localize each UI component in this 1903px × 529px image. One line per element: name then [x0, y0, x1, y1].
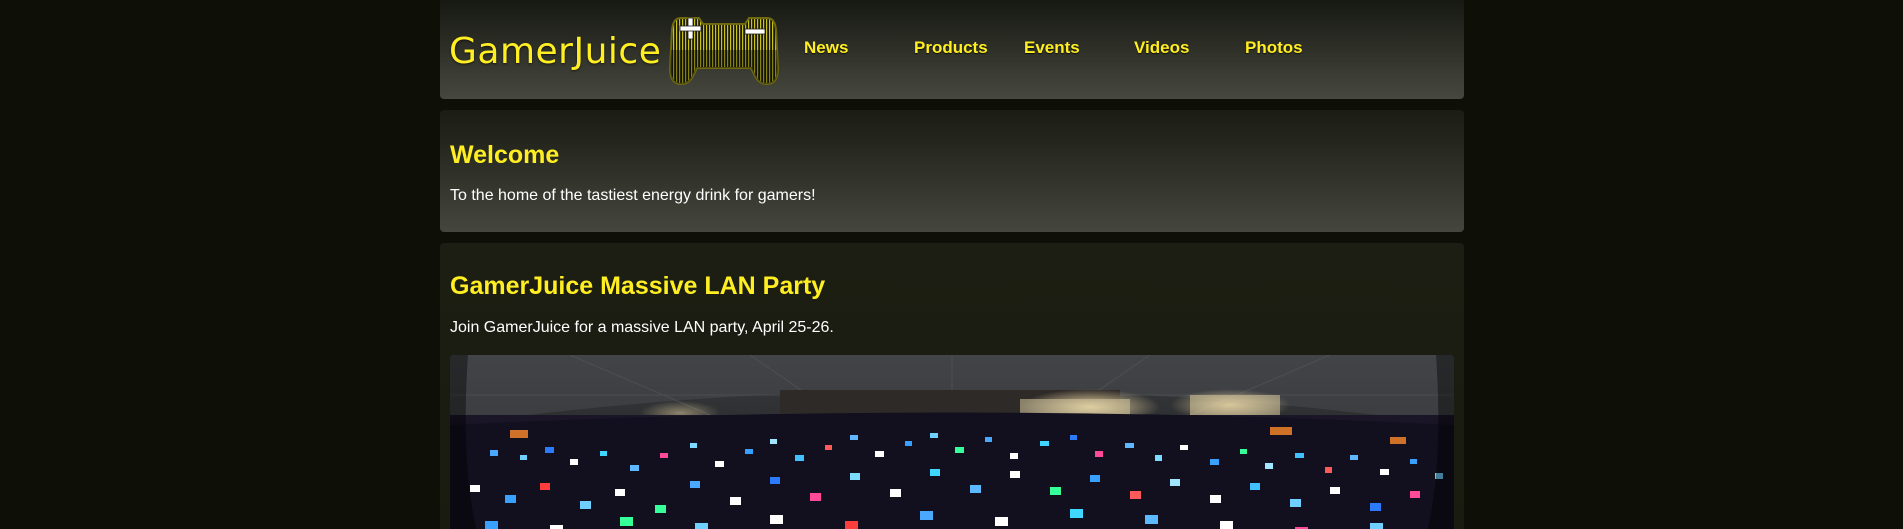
event-panel: GamerJuice Massive LAN Party Join GamerJ… — [440, 243, 1464, 529]
lan-party-photo-art — [450, 355, 1454, 529]
nav-photos-link[interactable]: Photos — [1245, 38, 1303, 58]
nav-news-link[interactable]: News — [804, 38, 848, 58]
main-nav: News Products Events Videos Photos — [440, 0, 1464, 99]
event-text: Join GamerJuice for a massive LAN party,… — [450, 319, 834, 336]
nav-products-link[interactable]: Products — [914, 38, 988, 58]
site-header: GamerJuice News Products Events Videos P… — [440, 0, 1464, 99]
lan-party-photo — [450, 355, 1454, 529]
page: GamerJuice News Products Events Videos P… — [0, 0, 1903, 529]
nav-events-link[interactable]: Events — [1024, 38, 1080, 58]
welcome-text: To the home of the tastiest energy drink… — [450, 187, 816, 204]
welcome-title: Welcome — [450, 141, 560, 169]
welcome-panel: Welcome To the home of the tastiest ener… — [440, 110, 1464, 232]
nav-videos-link[interactable]: Videos — [1134, 38, 1189, 58]
event-title: GamerJuice Massive LAN Party — [450, 272, 826, 300]
